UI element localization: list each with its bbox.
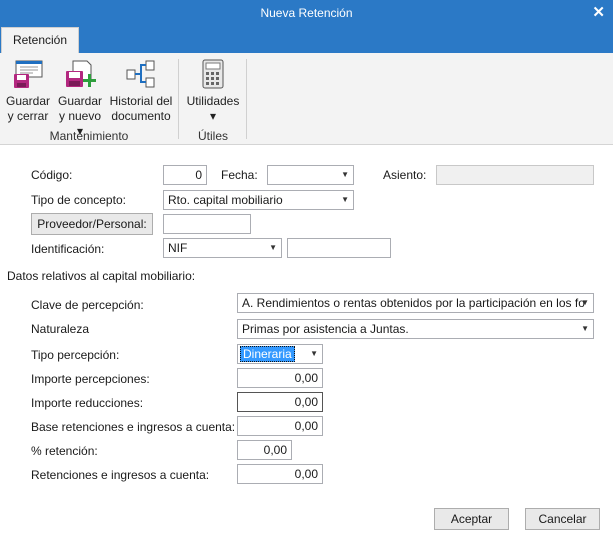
identificacion-input[interactable]	[287, 238, 391, 258]
save-new-button[interactable]: Guardar y nuevo ▾	[55, 58, 105, 139]
history-line1: Historial del	[109, 94, 173, 108]
utilities-line2: ▾	[209, 109, 217, 123]
identificacion-label: Identificación:	[31, 242, 105, 256]
tipo-concepto-label: Tipo de concepto:	[31, 193, 126, 207]
accept-button[interactable]: Aceptar	[434, 508, 509, 530]
tab-retencion[interactable]: Retención	[1, 27, 79, 53]
group-label-mantenimiento: Mantenimiento	[49, 129, 129, 143]
save-close-icon	[14, 60, 43, 88]
codigo-input[interactable]: 0	[163, 165, 207, 185]
chevron-down-icon[interactable]: ▼	[269, 239, 277, 257]
importe-percepciones-input[interactable]: 0,00	[237, 368, 323, 388]
clave-percepcion-select[interactable]: A. Rendimientos o rentas obtenidos por l…	[237, 293, 594, 313]
window-title: Nueva Retención	[260, 6, 353, 20]
chevron-down-icon[interactable]: ▼	[310, 345, 318, 363]
naturaleza-value: Primas por asistencia a Juntas.	[242, 322, 409, 336]
tipo-percepcion-value: Dineraria	[240, 346, 295, 362]
title-bar: Nueva Retención ✕	[0, 0, 613, 27]
utilities-line1: Utilidades	[186, 94, 240, 108]
history-line2: documento	[111, 109, 171, 123]
save-new-icon	[66, 60, 96, 87]
save-close-line2: y cerrar	[7, 109, 49, 123]
chevron-down-icon[interactable]: ▼	[341, 166, 349, 184]
proveedor-personal-button[interactable]: Proveedor/Personal:	[31, 213, 153, 235]
group-label-utiles: Útiles	[197, 129, 228, 143]
tipo-percepcion-select[interactable]: Dineraria ▼	[237, 344, 323, 364]
base-retenciones-label: Base retenciones e ingresos a cuenta:	[31, 420, 236, 434]
fecha-label: Fecha:	[221, 168, 258, 182]
naturaleza-select[interactable]: Primas por asistencia a Juntas. ▼	[237, 319, 594, 339]
base-retenciones-input[interactable]: 0,00	[237, 416, 323, 436]
section-title: Datos relativos al capital mobiliario:	[7, 269, 196, 283]
ribbon: Guardar y cerrar Guardar y nuevo ▾ Histo…	[0, 53, 613, 145]
pct-retencion-label: % retención:	[31, 444, 98, 458]
importe-percepciones-label: Importe percepciones:	[31, 372, 150, 386]
naturaleza-label: Naturaleza	[31, 322, 90, 336]
identificacion-type-value: NIF	[168, 241, 188, 255]
save-close-button[interactable]: Guardar y cerrar	[4, 58, 52, 124]
ribbon-separator	[246, 59, 247, 139]
tipo-concepto-select[interactable]: Rto. capital mobiliario ▼	[163, 190, 354, 210]
save-new-line1: Guardar	[57, 94, 103, 108]
fecha-date-picker[interactable]: ▼	[267, 165, 354, 185]
close-icon[interactable]: ✕	[592, 0, 605, 25]
clave-value: A. Rendimientos o rentas obtenidos por l…	[242, 296, 585, 310]
clave-label: Clave de percepción:	[31, 298, 144, 312]
tipo-percepcion-label: Tipo percepción:	[31, 348, 120, 362]
chevron-down-icon[interactable]: ▼	[581, 320, 589, 338]
history-tree-icon	[126, 60, 155, 88]
calculator-icon	[202, 59, 224, 89]
retenciones-label: Retenciones e ingresos a cuenta:	[31, 468, 210, 482]
retenciones-input[interactable]: 0,00	[237, 464, 323, 484]
pct-retencion-input[interactable]: 0,00	[237, 440, 292, 460]
ribbon-separator	[178, 59, 179, 139]
asiento-label: Asiento:	[383, 168, 427, 182]
codigo-label: Código:	[31, 168, 73, 182]
save-close-line1: Guardar	[5, 94, 51, 108]
history-button[interactable]: Historial del documento	[108, 58, 174, 124]
identificacion-type-select[interactable]: NIF ▼	[163, 238, 282, 258]
cancel-button[interactable]: Cancelar	[525, 508, 600, 530]
importe-reducciones-input[interactable]: 0,00	[237, 392, 323, 412]
asiento-input	[436, 165, 594, 185]
chevron-down-icon[interactable]: ▼	[581, 294, 589, 312]
tab-strip: Retención	[0, 27, 613, 53]
chevron-down-icon[interactable]: ▼	[341, 191, 349, 209]
utilities-button[interactable]: Utilidades ▾	[184, 58, 242, 124]
importe-reducciones-label: Importe reducciones:	[31, 396, 144, 410]
proveedor-input[interactable]	[163, 214, 251, 234]
tipo-concepto-value: Rto. capital mobiliario	[168, 193, 283, 207]
